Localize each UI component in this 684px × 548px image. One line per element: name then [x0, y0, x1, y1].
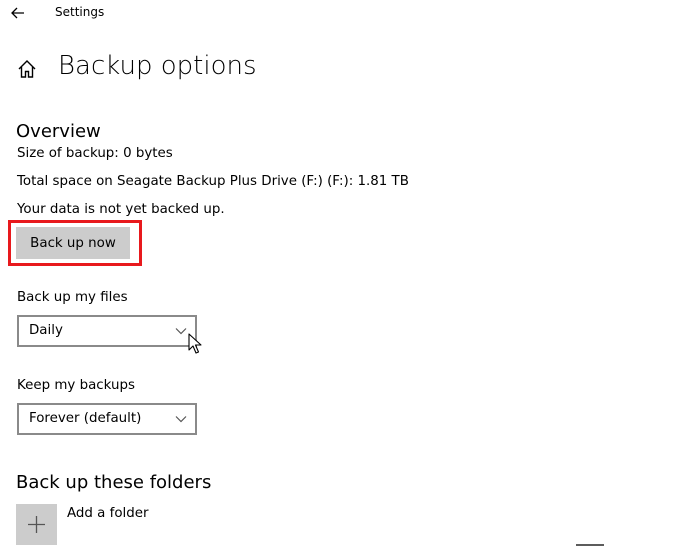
backup-status-text: Your data is not yet backed up. [17, 202, 225, 217]
add-folder-label[interactable]: Add a folder [67, 506, 149, 521]
arrow-left-icon [11, 7, 24, 19]
back-button[interactable] [8, 3, 28, 23]
chevron-down-icon [175, 328, 187, 335]
overview-heading: Overview [16, 121, 101, 142]
back-up-now-button[interactable]: Back up now [16, 227, 130, 259]
keep-backups-dropdown[interactable]: Forever (default) [17, 403, 197, 435]
backup-frequency-value: Daily [29, 323, 63, 338]
window-title: Settings [55, 5, 105, 19]
settings-window: Settings Backup options Overview Size of… [0, 0, 684, 548]
keep-backups-value: Forever (default) [29, 411, 142, 426]
total-space-text: Total space on Seagate Backup Plus Drive… [17, 174, 409, 189]
plus-icon [28, 516, 45, 533]
backup-frequency-dropdown[interactable]: Daily [17, 315, 197, 347]
partial-link-underline [576, 544, 604, 546]
folders-heading: Back up these folders [16, 472, 212, 493]
chevron-down-icon [175, 416, 187, 423]
backup-frequency-label: Back up my files [17, 290, 128, 305]
page-title: Backup options [58, 51, 257, 81]
keep-backups-label: Keep my backups [17, 378, 135, 393]
mouse-cursor-icon [188, 333, 202, 354]
add-folder-button[interactable] [16, 504, 57, 545]
home-icon[interactable] [16, 58, 38, 80]
backup-size-text: Size of backup: 0 bytes [17, 146, 173, 161]
